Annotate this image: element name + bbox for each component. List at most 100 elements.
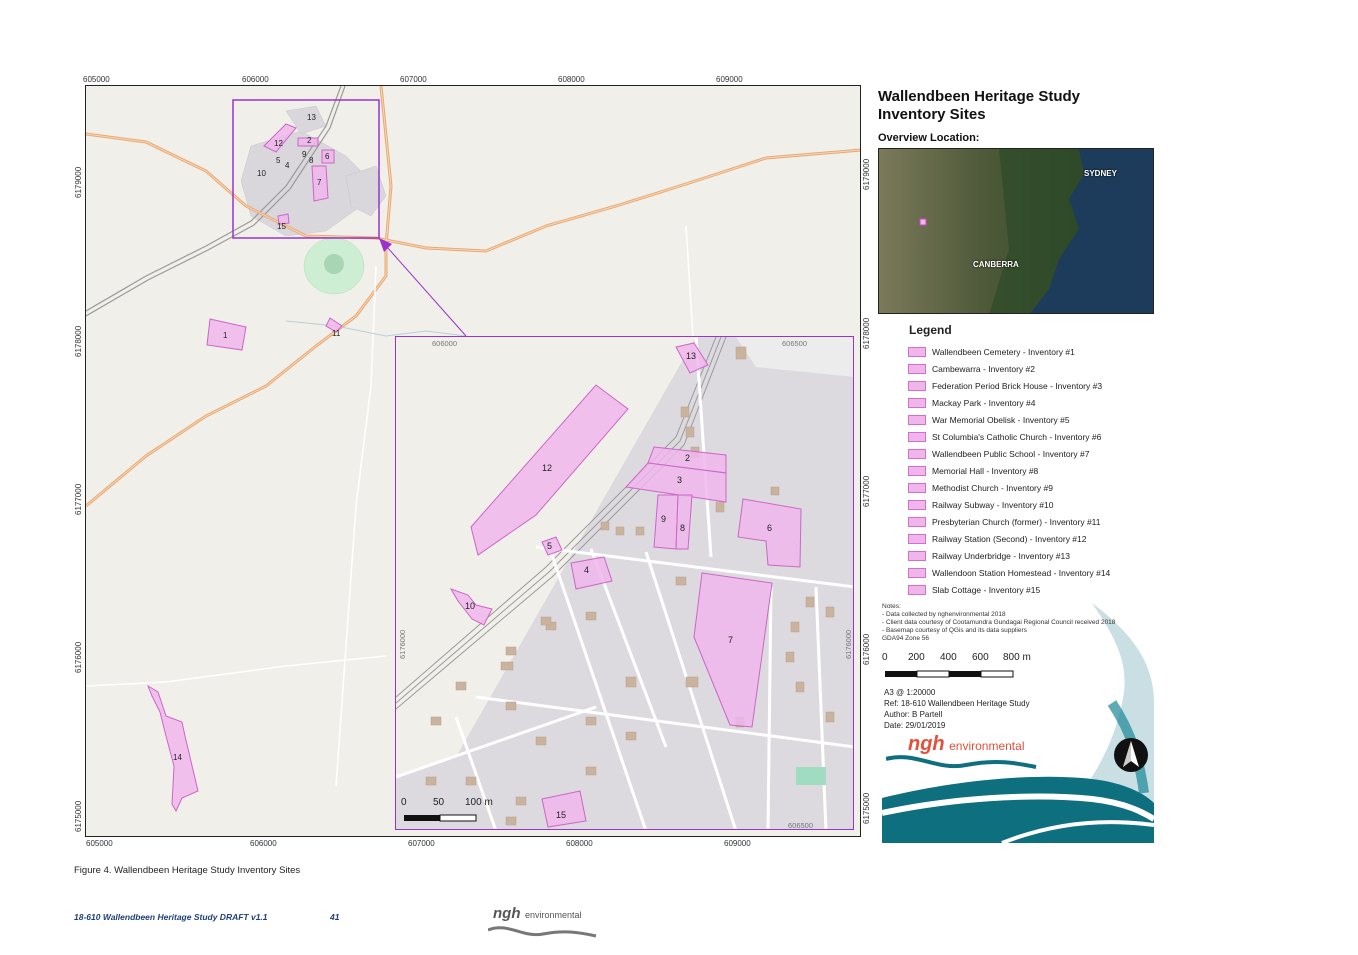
- overview-map[interactable]: SYDNEY CANBERRA: [878, 148, 1154, 314]
- site-label-11: 11: [332, 329, 341, 338]
- overview-label-sydney: SYDNEY: [1084, 169, 1117, 178]
- footer-logo-ngh: ngh: [493, 905, 521, 922]
- inset-coord-right: 6176000: [844, 629, 853, 659]
- legend-label: Memorial Hall - Inventory #8: [932, 465, 1039, 476]
- logo-ngh-text: ngh: [908, 733, 945, 755]
- legend-item: Wallendoon Station Homestead - Inventory…: [908, 564, 1110, 581]
- legend-label: Railway Underbridge - Inventory #13: [932, 550, 1070, 561]
- inset-map[interactable]: 606000 606500 606500 6176000 6176000 13 …: [395, 336, 854, 830]
- creek: [285, 320, 467, 337]
- notes-line-4: GDA94 Zone 56: [882, 635, 929, 642]
- site-label-8: 8: [309, 156, 314, 165]
- logo-swoosh: [886, 755, 1037, 769]
- coord-y-left-1: 6178000: [74, 325, 83, 357]
- legend-item: Presbyterian Church (former) - Inventory…: [908, 513, 1101, 530]
- legend-label: Wallendoon Station Homestead - Inventory…: [932, 567, 1111, 578]
- legend-label: Railway Station (Second) - Inventory #12: [932, 533, 1087, 544]
- coord-y-right-2: 6177000: [862, 475, 871, 507]
- coord-x-top-4: 609000: [716, 75, 743, 84]
- site-label-4: 4: [285, 161, 290, 170]
- inset-scalebar-white: [439, 814, 477, 822]
- meta-date: Date: 29/01/2019: [884, 721, 946, 730]
- coord-y-left-4: 6175000: [74, 800, 83, 832]
- legend-item: Slab Cottage - Inventory #15: [908, 581, 1040, 598]
- inset-scalebar-black: [404, 815, 440, 821]
- coord-x-bottom-2: 607000: [408, 839, 435, 848]
- legend-swatch: [908, 414, 926, 425]
- legend-label: St Columbia's Catholic Church - Inventor…: [932, 431, 1102, 442]
- overview-title: Overview Location:: [878, 132, 980, 144]
- inset-site-7: [693, 572, 773, 728]
- legend-swatch: [908, 448, 926, 459]
- coord-y-left-3: 6176000: [74, 641, 83, 673]
- footer-logo: ngh environmental: [493, 905, 581, 923]
- inset-connector-line: [378, 237, 467, 337]
- legend-swatch: [908, 584, 926, 595]
- site-label-13: 13: [307, 113, 316, 122]
- legend-swatch: [908, 499, 926, 510]
- legend-swatch: [908, 516, 926, 527]
- legend-item: Mackay Park - Inventory #4: [908, 394, 1035, 411]
- legend-item: Wallendbeen Cemetery - Inventory #1: [908, 343, 1075, 360]
- legend-swatch: [908, 533, 926, 544]
- coord-x-bottom-0: 605000: [86, 839, 113, 848]
- coord-y-left-0: 6179000: [74, 166, 83, 198]
- side-panel: Wallendbeen Heritage Study Inventory Sit…: [872, 85, 1162, 845]
- notes-line-2: - Client data courtesy of Cootamundra Gu…: [882, 619, 1116, 626]
- legend-item: Railway Subway - Inventory #10: [908, 496, 1053, 513]
- legend-swatch: [908, 380, 926, 391]
- scale-label-600: 600: [972, 652, 989, 663]
- site-label-9: 9: [302, 150, 307, 159]
- site-label-2: 2: [307, 136, 312, 145]
- meta-author: Author: B Partell: [884, 710, 943, 719]
- inset-label-10: 10: [465, 601, 476, 611]
- legend-swatch: [908, 346, 926, 357]
- legend-label: Railway Subway - Inventory #10: [932, 499, 1054, 510]
- inset-scalebar-label-100: 100 m: [465, 797, 493, 808]
- coord-y-right-4: 6175000: [862, 792, 871, 824]
- site-label-1: 1: [223, 331, 228, 340]
- site-label-7: 7: [317, 178, 322, 187]
- legend-label: Presbyterian Church (former) - Inventory…: [932, 516, 1101, 527]
- scale-label-800: 800 m: [1003, 652, 1031, 663]
- inset-site-15: [541, 790, 587, 828]
- inset-label-3: 3: [677, 475, 683, 485]
- notes-line-3: - Basemap courtesy of QGis and its data …: [882, 627, 1027, 634]
- legend-label: Wallendbeen Public School - Inventory #7: [932, 448, 1090, 459]
- site-label-12: 12: [274, 139, 283, 148]
- legend-item: Railway Station (Second) - Inventory #12: [908, 530, 1087, 547]
- notes-line-0: Notes:: [882, 603, 901, 610]
- coord-x-bottom-3: 608000: [566, 839, 593, 848]
- north-arrow-icon: [1114, 738, 1148, 772]
- inset-label-2: 2: [685, 453, 691, 463]
- coord-x-top-1: 606000: [242, 75, 269, 84]
- inset-label-4: 4: [584, 565, 590, 575]
- coord-x-top-0: 605000: [83, 75, 110, 84]
- site-label-6: 6: [325, 152, 330, 161]
- legend-swatch: [908, 550, 926, 561]
- footer-logo-swoosh: [488, 926, 597, 938]
- legend-item: Cambewarra - Inventory #2: [908, 360, 1035, 377]
- inset-scalebar-label-50: 50: [433, 797, 445, 808]
- site-label-14: 14: [173, 753, 182, 762]
- site-label-10: 10: [257, 169, 266, 178]
- inset-label-6: 6: [767, 523, 773, 533]
- inset-coord-top-1: 606500: [782, 339, 808, 348]
- inset-label-5: 5: [547, 541, 553, 551]
- inset-label-15: 15: [556, 810, 567, 820]
- legend-title: Legend: [909, 323, 952, 337]
- meta-scale: A3 @ 1:20000: [884, 688, 936, 697]
- main-scalebar: [885, 670, 1014, 678]
- meta-ref: Ref: 18-610 Wallendbeen Heritage Study: [884, 699, 1030, 708]
- legend-item: War Memorial Obelisk - Inventory #5: [908, 411, 1070, 428]
- site-poly-14: [146, 684, 199, 813]
- legend-label: War Memorial Obelisk - Inventory #5: [932, 414, 1070, 425]
- main-map[interactable]: 1 2 4 5 6 7 8 9 10 11 12 13 14 15 606000…: [85, 85, 861, 837]
- legend-swatch: [908, 431, 926, 442]
- panel-title-2: Inventory Sites: [878, 106, 986, 123]
- coord-x-top-3: 608000: [558, 75, 585, 84]
- overview-site-marker: [919, 218, 927, 226]
- legend-item: Methodist Church - Inventory #9: [908, 479, 1053, 496]
- legend-item: St Columbia's Catholic Church - Inventor…: [908, 428, 1101, 445]
- scale-label-200: 200: [908, 652, 925, 663]
